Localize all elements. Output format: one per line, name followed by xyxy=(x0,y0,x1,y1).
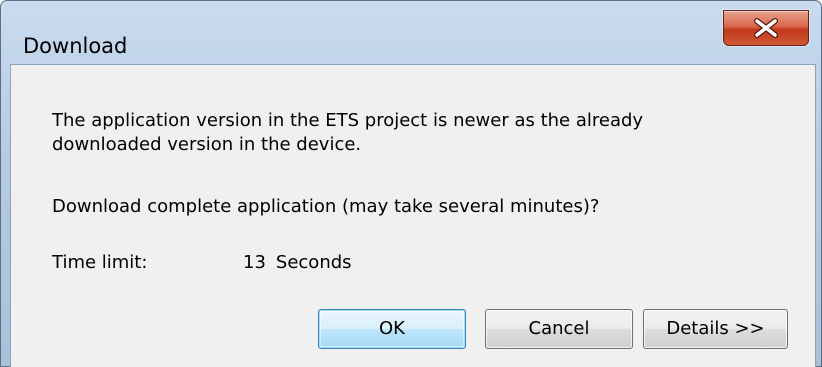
message-text-line-2: downloaded version in the device. xyxy=(52,134,362,155)
time-limit-value: 13 Seconds xyxy=(243,251,352,275)
time-limit-label: Time limit: xyxy=(52,252,148,273)
ok-button[interactable]: OK xyxy=(318,309,466,349)
download-question-text: Download complete application (may take … xyxy=(52,196,600,217)
details-button[interactable]: Details >> xyxy=(643,309,788,349)
time-limit-unit: Seconds xyxy=(275,252,352,273)
close-icon xyxy=(754,18,778,38)
time-limit-number: 13 xyxy=(243,252,266,273)
window-title: Download xyxy=(23,34,128,58)
message-text-line-1: The application version in the ETS proje… xyxy=(52,110,644,131)
close-button[interactable] xyxy=(723,10,809,46)
title-bar[interactable]: Download xyxy=(1,1,821,63)
cancel-button[interactable]: Cancel xyxy=(485,309,633,349)
download-dialog-window: Download The application version in the … xyxy=(0,0,822,367)
dialog-content: The application version in the ETS proje… xyxy=(10,64,816,367)
